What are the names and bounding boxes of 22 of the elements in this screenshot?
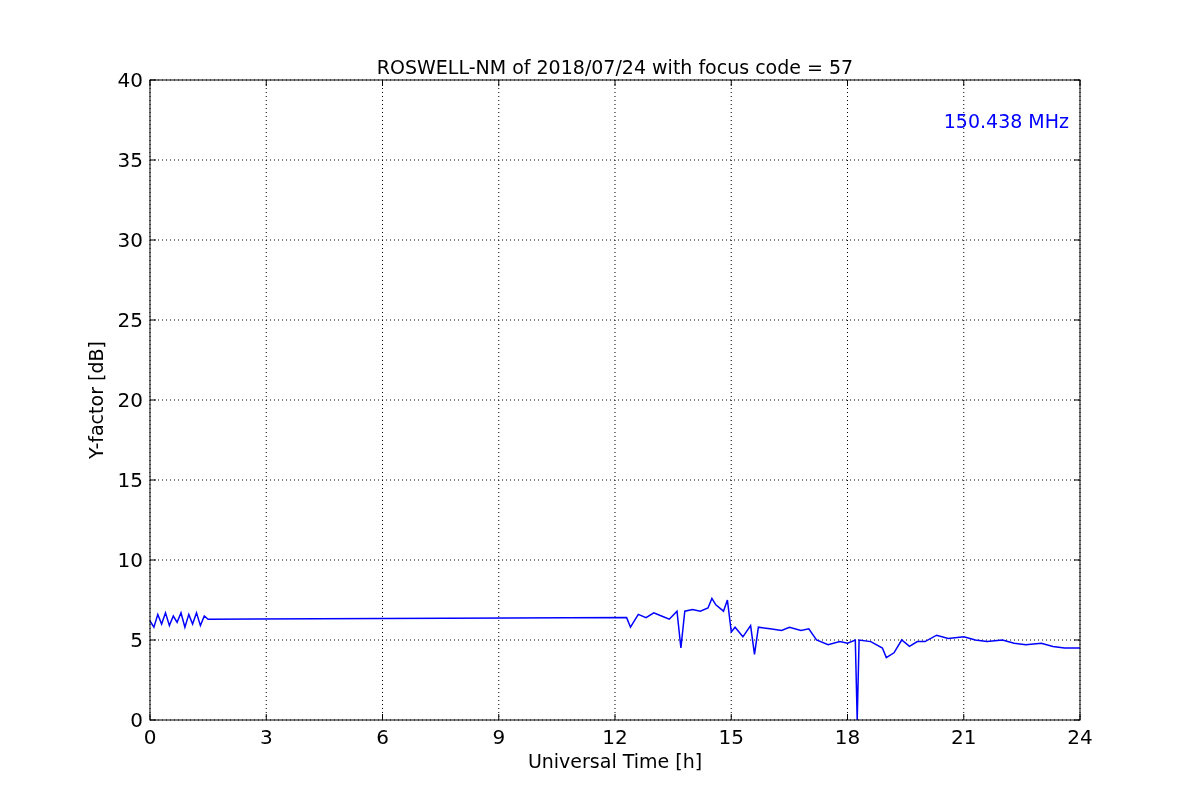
y-tick-label: 20	[117, 388, 143, 412]
x-tick-label: 21	[951, 725, 977, 749]
y-tick-label: 40	[117, 68, 143, 92]
y-tick-label: 5	[130, 628, 143, 652]
x-tick-label: 0	[143, 725, 157, 749]
y-tick-label: 35	[117, 148, 143, 172]
x-tick-label: 24	[1067, 725, 1093, 749]
y-axis-label: Y-factor [dB]	[85, 341, 107, 459]
y-tick-label: 30	[117, 228, 143, 252]
x-tick-label: 6	[376, 725, 389, 749]
y-tick-label: 0	[130, 708, 143, 732]
x-axis-label: Universal Time [h]	[527, 750, 703, 772]
y-tick-label: 25	[117, 308, 143, 332]
x-tick-label: 18	[834, 725, 861, 749]
chart-title: ROSWELL-NM of 2018/07/24 with focus code = 57	[376, 56, 854, 78]
series-label: 150.438 MHz	[943, 110, 1069, 132]
x-tick-label: 9	[492, 725, 506, 749]
x-tick-label: 12	[602, 725, 628, 749]
y-tick-label: 10	[117, 548, 143, 572]
y-tick-label: 15	[117, 468, 143, 492]
x-tick-label: 3	[259, 725, 273, 749]
x-tick-label: 15	[718, 725, 744, 749]
